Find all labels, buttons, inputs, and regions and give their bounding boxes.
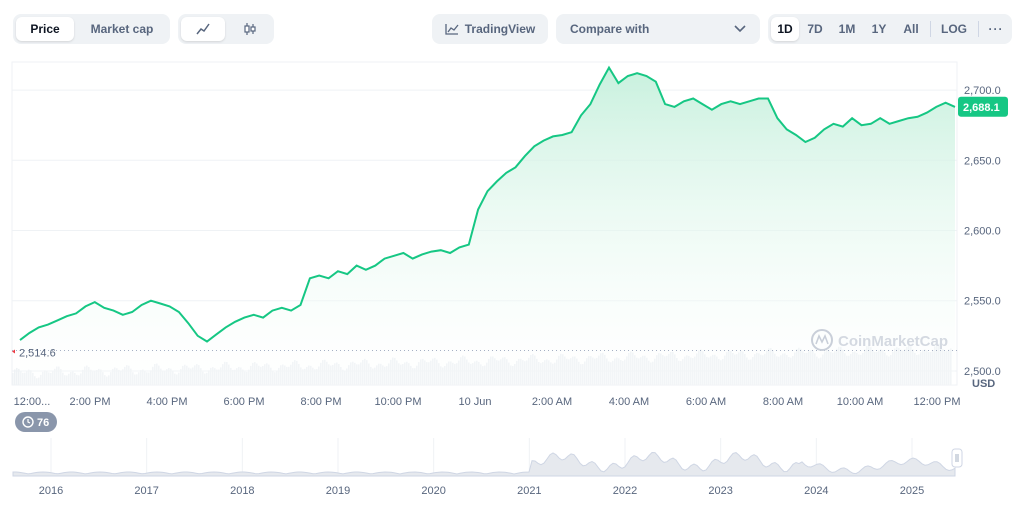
volume-bar: [12, 373, 14, 385]
navigator-year-2016: 2016: [39, 485, 63, 497]
navigator-year-2018: 2018: [230, 485, 254, 497]
x-axis: 12:00... 2:00 PM 4:00 PM 6:00 PM 8:00 PM 10:0…: [14, 396, 961, 408]
x-tick-label-10: 8:00 AM: [763, 396, 803, 408]
x-tick-label-5: 10:00 PM: [374, 396, 421, 408]
history-badge-count: 76: [37, 417, 49, 429]
y-tick-label-3: 2,550.0: [964, 296, 1001, 308]
x-tick-label-6: 10 Jun: [458, 396, 491, 408]
x-tick-label-9: 6:00 AM: [686, 396, 726, 408]
y-tick-label-0: 2,700.0: [964, 85, 1001, 97]
watermark-text: CoinMarketCap: [838, 333, 948, 350]
last-price-badge-text: 2,688.1: [963, 102, 1000, 114]
navigator-year-2020: 2020: [421, 485, 445, 497]
price-chart[interactable]: 2,514.6 2,700.0 2,650.0 2,600.0 2,550.0 2,50…: [0, 0, 1024, 515]
navigator-year-2023: 2023: [708, 485, 732, 497]
x-tick-label-11: 10:00 AM: [837, 396, 883, 408]
open-price-label: 2,514.6: [19, 347, 56, 359]
y-tick-label-1: 2,650.0: [964, 155, 1001, 167]
y-tick-label-4: 2,500.0: [964, 366, 1001, 378]
navigator-handle[interactable]: [951, 448, 963, 468]
x-tick-label-3: 6:00 PM: [224, 396, 265, 408]
range-navigator[interactable]: [12, 438, 963, 477]
x-tick-label-12: 12:00 PM: [913, 396, 960, 408]
last-price-badge: 2,688.1: [958, 96, 1008, 117]
navigator-years: 2016 2017 2018 2019 2020 2021 2022 2023 2024 2025: [39, 485, 924, 497]
history-badge[interactable]: 76: [15, 412, 57, 432]
navigator-year-2024: 2024: [804, 485, 828, 497]
x-tick-label-0: 12:00...: [14, 396, 51, 408]
navigator-year-2025: 2025: [900, 485, 924, 497]
navigator-year-2017: 2017: [134, 485, 158, 497]
x-tick-label-4: 8:00 PM: [301, 396, 342, 408]
volume-bar: [16, 367, 18, 385]
y-axis: 2,700.0 2,650.0 2,600.0 2,550.0 2,500.0: [964, 85, 1001, 378]
history-badge-bg: [15, 412, 57, 432]
y-tick-label-2: 2,600.0: [964, 226, 1001, 238]
x-tick-label-1: 2:00 PM: [70, 396, 111, 408]
price-area: [20, 67, 955, 385]
navigator-year-2021: 2021: [517, 485, 541, 497]
x-tick-label-8: 4:00 AM: [609, 396, 649, 408]
x-tick-label-7: 2:00 AM: [532, 396, 572, 408]
volume-bar: [18, 368, 20, 385]
y-axis-unit: USD: [972, 378, 995, 390]
navigator-year-2022: 2022: [613, 485, 637, 497]
navigator-year-2019: 2019: [326, 485, 350, 497]
volume-bar: [14, 369, 16, 385]
x-tick-label-2: 4:00 PM: [147, 396, 188, 408]
